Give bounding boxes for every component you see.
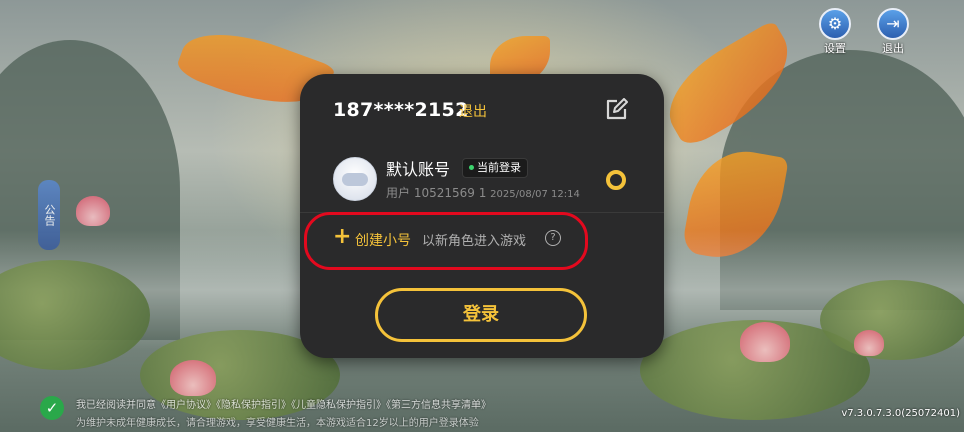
health-notice: 为维护未成年健康成长，请合理游戏，享受健康生活，本游戏适合12岁以上的用户登录体…: [76, 418, 479, 429]
exit-icon: ⇥: [877, 8, 909, 40]
notice-side-tab[interactable]: 公告: [38, 180, 60, 250]
agreement-text[interactable]: 我已经阅读并同意《用户协议》《隐私保护指引》《儿童隐私保护指引》《第三方信息共享…: [76, 396, 491, 411]
version-label: v7.3.0.7.3.0(25072401): [841, 408, 960, 419]
lotus-flower: [76, 196, 110, 226]
gear-icon: ⚙: [819, 8, 851, 40]
settings-label: 设置: [824, 42, 846, 55]
account-row-default[interactable]: 默认账号 当前登录 用户 10521569 1 2025/08/07 12:14: [300, 148, 664, 212]
lotus-leaf: [820, 280, 964, 360]
account-selected-radio[interactable]: [606, 170, 626, 190]
lotus-flower: [854, 330, 884, 356]
agreement-area: ✓ 我已经阅读并同意《用户协议》《隐私保护指引》《儿童隐私保护指引》《第三方信息…: [40, 394, 820, 430]
agreement-checkbox[interactable]: ✓: [40, 396, 64, 420]
current-login-badge: 当前登录: [462, 158, 528, 178]
quit-label: 退出: [882, 42, 904, 55]
user-id: 用户 10521569 1: [386, 186, 487, 200]
online-dot-icon: [469, 164, 474, 170]
login-button[interactable]: 登录: [375, 288, 587, 342]
last-login-time: 2025/08/07 12:14: [490, 189, 580, 200]
edit-icon[interactable]: [604, 98, 628, 122]
account-meta: 用户 10521569 1 2025/08/07 12:14: [386, 184, 580, 201]
badge-label: 当前登录: [477, 161, 521, 174]
lotus-flower: [170, 360, 216, 396]
lotus-flower: [740, 322, 790, 362]
phone-number: 187****2152: [333, 99, 469, 121]
settings-button[interactable]: ⚙ 设置: [814, 8, 856, 55]
quit-game-button[interactable]: ⇥ 退出: [872, 8, 914, 55]
highlight-annotation: [304, 212, 588, 270]
avatar: [333, 157, 377, 201]
logout-link[interactable]: 退出: [459, 101, 487, 121]
account-name: 默认账号: [386, 160, 451, 179]
